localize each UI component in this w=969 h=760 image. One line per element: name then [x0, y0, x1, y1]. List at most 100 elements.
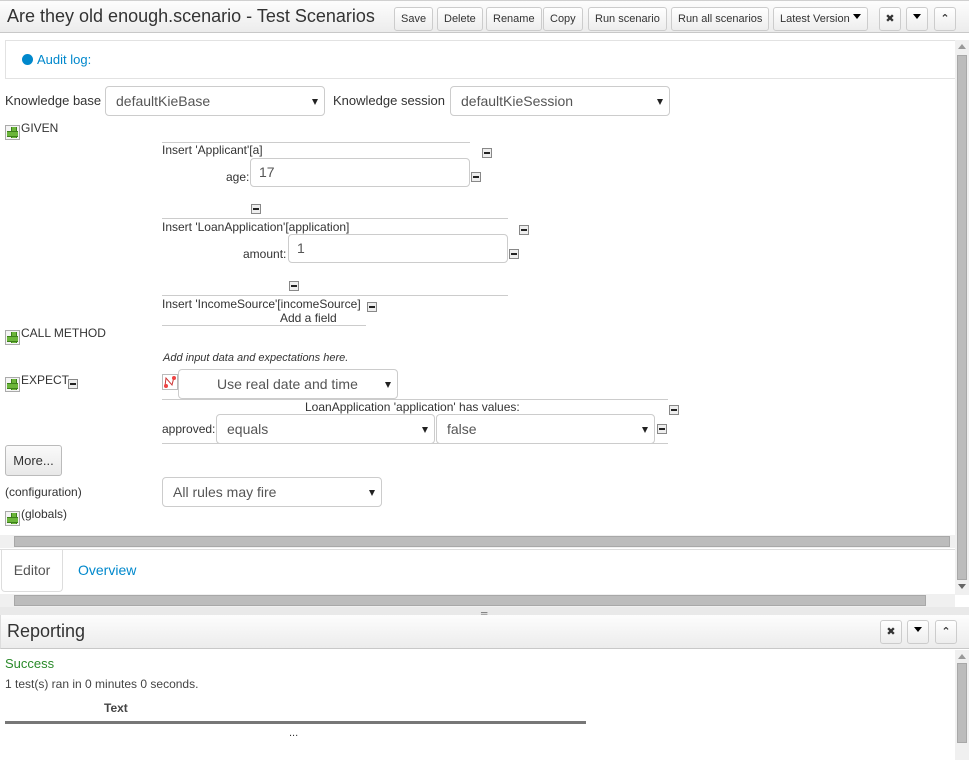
add-field-link[interactable]: Add a field [280, 311, 337, 325]
scrollbar-thumb[interactable] [14, 595, 926, 606]
date-mode-select[interactable]: Use real date and time [178, 369, 398, 399]
remove-expectation-icon[interactable] [669, 405, 679, 415]
fact-header-loan-application: Insert 'LoanApplication'[application] [162, 220, 350, 234]
test-summary: 1 test(s) ran in 0 minutes 0 seconds. [5, 677, 199, 691]
fact-header-income-source: Insert 'IncomeSource'[incomeSource] [162, 297, 361, 311]
scroll-down-icon[interactable] [958, 584, 966, 589]
scrollbar-thumb[interactable] [957, 663, 967, 743]
minimize-button[interactable] [906, 7, 928, 31]
remove-expect-icon[interactable] [68, 379, 78, 389]
column-header-text: Text [104, 701, 128, 715]
scrollbar-thumb[interactable] [957, 55, 967, 580]
editor-horizontal-scrollbar[interactable] [0, 535, 955, 548]
call-method-label: CALL METHOD [21, 326, 106, 340]
close-icon: ✖ [885, 13, 895, 25]
remove-field-icon[interactable] [657, 424, 667, 434]
reporting-minimize-button[interactable] [907, 620, 929, 644]
date-time-icon[interactable] [162, 374, 178, 390]
globals-label: (globals) [21, 507, 68, 521]
divider [162, 443, 668, 444]
tab-editor[interactable]: Editor [1, 550, 63, 592]
configuration-label: (configuration) [5, 485, 82, 499]
rule-firing-value: All rules may fire [173, 484, 277, 500]
version-dropdown[interactable]: Latest Version [773, 7, 868, 31]
divider [162, 325, 366, 326]
chevron-up-icon: ⌃ [940, 13, 950, 25]
remove-icon[interactable] [289, 281, 299, 291]
remove-fact-icon[interactable] [482, 148, 492, 158]
knowledge-session-select[interactable]: defaultKieSession [450, 86, 670, 116]
dropdown-arrow-icon [642, 427, 648, 433]
dropdown-arrow-icon [657, 99, 663, 105]
expected-value-select[interactable]: false [436, 414, 655, 444]
scrollbar-thumb[interactable] [14, 536, 950, 547]
caret-down-icon [852, 14, 861, 19]
table-header-divider [5, 721, 586, 724]
scroll-up-icon[interactable] [958, 44, 966, 49]
audit-log-panel: Audit log: [5, 40, 960, 79]
add-call-method-icon[interactable] [5, 330, 20, 345]
reporting-close-button[interactable]: ✖ [880, 620, 902, 644]
hint-text: Add input data and expectations here. [163, 352, 349, 364]
close-button[interactable]: ✖ [879, 7, 901, 31]
knowledge-base-select[interactable]: defaultKieBase [105, 86, 325, 116]
chevron-up-icon: ⌃ [941, 626, 951, 638]
remove-field-icon[interactable] [509, 249, 519, 259]
rename-button[interactable]: Rename [486, 7, 542, 31]
dropdown-arrow-icon [312, 99, 318, 105]
operator-value: equals [227, 421, 269, 437]
fact-header-applicant: Insert 'Applicant'[a] [162, 143, 263, 157]
editor-tabs: Editor Overview [0, 549, 955, 592]
knowledge-session-value: defaultKieSession [461, 93, 574, 109]
amount-input[interactable]: 1 [288, 234, 508, 263]
more-button[interactable]: More... [5, 445, 62, 476]
expected-value: false [447, 421, 477, 437]
reporting-vertical-scrollbar[interactable] [955, 650, 969, 760]
editor-title-bar: Are they old enough.scenario - Test Scen… [0, 0, 969, 33]
add-expect-icon[interactable] [5, 377, 20, 392]
expect-fact-header: LoanApplication 'application' has values… [305, 400, 520, 414]
knowledge-base-label: Knowledge base [5, 93, 102, 108]
tab-overview[interactable]: Overview [78, 550, 136, 590]
audit-log-icon [22, 54, 33, 65]
field-label-age: age: [226, 170, 250, 184]
test-status: Success [5, 656, 55, 671]
add-global-icon[interactable] [5, 511, 20, 526]
remove-icon[interactable] [251, 204, 261, 214]
delete-button[interactable]: Delete [437, 7, 483, 31]
maximize-button[interactable]: ⌃ [934, 7, 956, 31]
divider [162, 295, 508, 296]
page-title: Are they old enough.scenario - Test Scen… [7, 6, 375, 26]
remove-field-icon[interactable] [471, 172, 481, 182]
remove-fact-icon[interactable] [519, 225, 529, 235]
caret-down-icon [914, 627, 922, 632]
audit-log-link[interactable]: Audit log: [37, 52, 91, 67]
version-label: Latest Version [780, 13, 850, 25]
copy-button[interactable]: Copy [543, 7, 583, 31]
close-icon: ✖ [886, 626, 896, 638]
panel-splitter[interactable]: ═ [0, 607, 969, 618]
divider [162, 218, 508, 219]
run-all-scenarios-button[interactable]: Run all scenarios [671, 7, 770, 31]
caret-down-icon [913, 14, 921, 19]
save-button[interactable]: Save [394, 7, 434, 31]
add-given-icon[interactable] [5, 125, 20, 140]
reporting-title: Reporting [7, 621, 86, 641]
age-input[interactable]: 17 [250, 158, 470, 187]
knowledge-session-label: Knowledge session [333, 93, 446, 108]
operator-select[interactable]: equals [216, 414, 435, 444]
field-label-amount: amount: [243, 247, 287, 261]
rule-firing-select[interactable]: All rules may fire [162, 477, 382, 507]
page-horizontal-scrollbar[interactable] [0, 594, 955, 607]
run-scenario-button[interactable]: Run scenario [588, 7, 667, 31]
dropdown-arrow-icon [369, 490, 375, 496]
editor-vertical-scrollbar[interactable] [955, 40, 969, 595]
dropdown-arrow-icon [422, 427, 428, 433]
remove-fact-icon[interactable] [367, 302, 377, 312]
date-mode-value: Use real date and time [217, 376, 358, 392]
knowledge-base-value: defaultKieBase [116, 93, 211, 109]
scroll-up-icon[interactable] [958, 654, 966, 659]
dropdown-arrow-icon [385, 382, 391, 388]
table-row: ... [289, 727, 299, 739]
reporting-maximize-button[interactable]: ⌃ [935, 620, 957, 644]
